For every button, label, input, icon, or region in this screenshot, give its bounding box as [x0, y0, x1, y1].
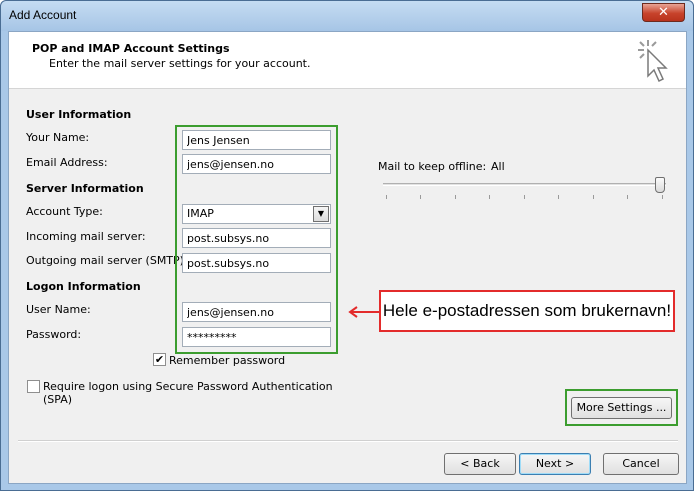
user-name-label: User Name: [26, 303, 91, 316]
back-button[interactable]: < Back [444, 453, 516, 475]
email-address-label: Email Address: [26, 156, 108, 169]
slider-tick [558, 195, 559, 199]
wizard-cursor-icon [638, 40, 668, 83]
your-name-input[interactable] [182, 130, 331, 150]
annotation-callout: Hele e-postadressen som brukernavn! [379, 290, 675, 332]
page-title: POP and IMAP Account Settings [32, 42, 230, 55]
mail-offline-label: Mail to keep offline: [378, 160, 487, 173]
spa-label-line2: (SPA) [43, 393, 73, 406]
remember-password-checkbox[interactable]: ✔ [153, 353, 166, 366]
mail-offline-slider-thumb[interactable] [655, 177, 665, 193]
more-settings-button[interactable]: More Settings ... [571, 397, 672, 419]
wizard-header: POP and IMAP Account Settings Enter the … [9, 32, 686, 89]
slider-tick [386, 195, 387, 199]
mail-offline-value: All [491, 160, 505, 173]
account-type-value: IMAP [187, 207, 214, 220]
your-name-label: Your Name: [26, 131, 90, 144]
slider-tick [593, 195, 594, 199]
spa-label-line1: Require logon using Secure Password Auth… [43, 380, 333, 393]
footer-divider [18, 440, 678, 442]
slider-ticks [386, 195, 663, 199]
close-button[interactable]: ✕ [642, 3, 685, 22]
user-info-heading: User Information [26, 108, 132, 121]
title-bar: Add Account ✕ [1, 1, 693, 31]
slider-tick [662, 195, 663, 199]
incoming-server-input[interactable] [182, 228, 331, 248]
slider-tick [627, 195, 628, 199]
remember-password-label: Remember password [169, 354, 286, 367]
slider-tick [455, 195, 456, 199]
outgoing-server-label: Outgoing mail server (SMTP): [26, 254, 188, 267]
password-input[interactable] [182, 327, 331, 347]
slider-tick [524, 195, 525, 199]
slider-tick [420, 195, 421, 199]
server-info-heading: Server Information [26, 182, 144, 195]
outgoing-server-input[interactable] [182, 253, 331, 273]
spa-checkbox[interactable] [27, 380, 40, 393]
account-type-select[interactable]: IMAP ▼ [182, 204, 331, 224]
cancel-button[interactable]: Cancel [603, 453, 679, 475]
next-button[interactable]: Next > [519, 453, 591, 475]
annotation-arrow-icon [348, 306, 380, 318]
account-type-label: Account Type: [26, 205, 103, 218]
password-label: Password: [26, 328, 82, 341]
page-subtitle: Enter the mail server settings for your … [49, 57, 311, 70]
window-title: Add Account [9, 8, 77, 22]
spa-label: Require logon using Secure Password Auth… [43, 380, 333, 406]
chevron-down-icon[interactable]: ▼ [313, 206, 329, 222]
slider-tick [489, 195, 490, 199]
incoming-server-label: Incoming mail server: [26, 230, 146, 243]
add-account-window: Add Account ✕ POP and IMAP Account Setti… [0, 0, 694, 491]
dialog-body: POP and IMAP Account Settings Enter the … [8, 31, 687, 484]
mail-offline-slider-track[interactable] [383, 183, 666, 186]
logon-info-heading: Logon Information [26, 280, 141, 293]
user-name-input[interactable] [182, 302, 331, 322]
email-address-input[interactable] [182, 154, 331, 174]
